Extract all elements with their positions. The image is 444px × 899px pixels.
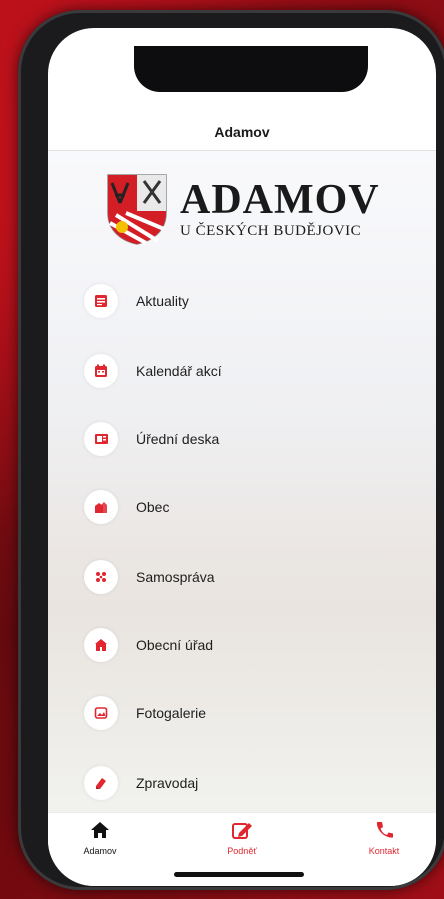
building-icon bbox=[84, 628, 118, 662]
app-screen: Adamov ADAMOV U ČESKÝCH BUDĚJOVIC Aktual… bbox=[48, 28, 436, 886]
phone-frame: Adamov ADAMOV U ČESKÝCH BUDĚJOVIC Aktual… bbox=[18, 10, 444, 890]
news-icon bbox=[84, 284, 118, 318]
menu-item-label: Obec bbox=[136, 499, 170, 515]
phone-notch bbox=[134, 46, 368, 92]
menu-item-obecni-urad[interactable]: Obecní úřad bbox=[84, 625, 384, 665]
menu-item-label: Samospráva bbox=[136, 569, 215, 585]
newsletter-icon bbox=[84, 766, 118, 800]
menu-item-aktuality[interactable]: Aktuality bbox=[84, 281, 384, 321]
tab-podnet[interactable]: Podněť bbox=[202, 821, 282, 856]
menu-item-label: Zpravodaj bbox=[136, 775, 199, 791]
logo-subtitle: U ČESKÝCH BUDĚJOVIC bbox=[180, 222, 362, 239]
tab-kontakt[interactable]: Kontakt bbox=[344, 821, 424, 856]
tab-label: Podněť bbox=[227, 846, 257, 856]
people-icon bbox=[84, 560, 118, 594]
calendar-icon bbox=[84, 354, 118, 388]
tab-label: Kontakt bbox=[368, 846, 400, 856]
menu-item-fotogalerie[interactable]: Fotogalerie bbox=[84, 693, 384, 733]
coat-of-arms-icon bbox=[107, 174, 167, 245]
menu-item-zpravodaj[interactable]: Zpravodaj bbox=[84, 763, 384, 803]
menu-item-obec[interactable]: Obec bbox=[84, 487, 384, 527]
menu-item-label: Obecní úřad bbox=[136, 637, 214, 653]
menu-item-samosprava[interactable]: Samospráva bbox=[84, 557, 384, 597]
menu-item-label: Kalendář akcí bbox=[136, 363, 222, 379]
municipality-logo: ADAMOV U ČESKÝCH BUDĚJOVIC bbox=[106, 173, 380, 245]
village-icon bbox=[84, 490, 118, 524]
notice-board-icon bbox=[84, 422, 118, 456]
home-indicator[interactable] bbox=[174, 872, 304, 877]
home-icon bbox=[91, 822, 109, 838]
menu-item-label: Úřední deska bbox=[136, 431, 220, 447]
photo-icon bbox=[84, 696, 118, 730]
tab-label: Adamov bbox=[83, 846, 117, 856]
phone-icon bbox=[376, 822, 393, 838]
menu-item-kalendar[interactable]: Kalendář akcí bbox=[84, 351, 384, 391]
tab-adamov[interactable]: Adamov bbox=[60, 821, 140, 856]
menu-item-label: Aktuality bbox=[136, 293, 189, 309]
menu-item-label: Fotogalerie bbox=[136, 705, 207, 721]
main-content: ADAMOV U ČESKÝCH BUDĚJOVIC Aktuality Kal… bbox=[48, 150, 436, 813]
page-title: Adamov bbox=[214, 124, 270, 140]
edit-icon bbox=[232, 823, 252, 839]
menu-item-uredni-deska[interactable]: Úřední deska bbox=[84, 419, 384, 459]
logo-title: ADAMOV bbox=[180, 176, 380, 223]
